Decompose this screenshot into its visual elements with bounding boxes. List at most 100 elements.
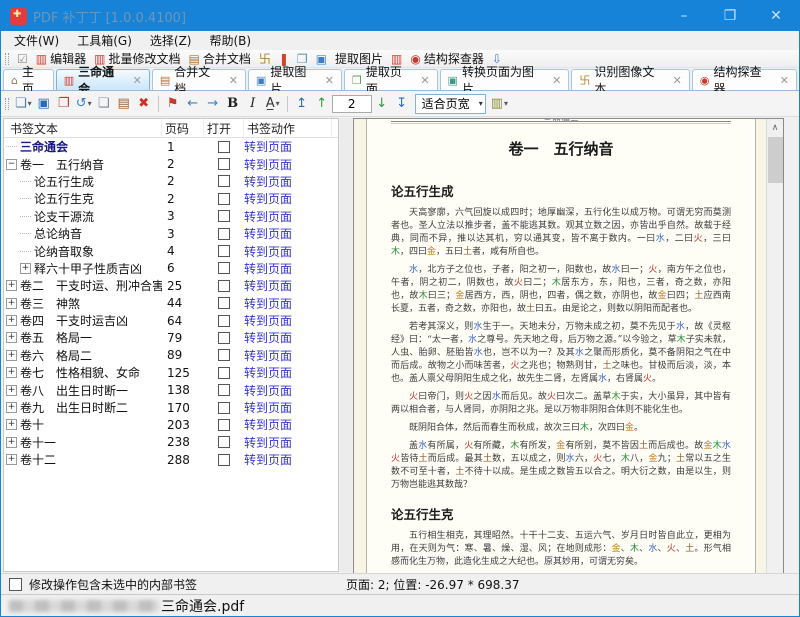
tab-close-icon[interactable]: ✕ xyxy=(325,74,334,87)
bookmark-title[interactable]: 卷十 xyxy=(20,416,44,433)
bookmark-row[interactable]: +卷二 干支时运、刑冲合害25转到页面 xyxy=(4,277,338,294)
tab-merge-docs[interactable]: ▤合并文档✕ xyxy=(152,69,246,90)
pane-splitter[interactable] xyxy=(340,118,352,572)
paste-button[interactable]: ▤ xyxy=(114,94,134,114)
bookmark-row[interactable]: +卷八 出生日时断一138转到页面 xyxy=(4,381,338,398)
goto-page-link[interactable]: 转到页面 xyxy=(244,158,292,172)
bookmark-row[interactable]: +卷四 干支时运吉凶64转到页面 xyxy=(4,312,338,329)
bookmark-title[interactable]: 卷九 出生日时断二 xyxy=(20,399,128,416)
column-header-action[interactable]: 书签动作 xyxy=(244,119,332,137)
back-button[interactable]: ← xyxy=(183,94,203,114)
open-checkbox[interactable] xyxy=(218,419,230,431)
goto-page-link[interactable]: 转到页面 xyxy=(244,349,292,363)
expand-icon[interactable]: + xyxy=(6,402,17,413)
bookmark-title[interactable]: 卷十二 xyxy=(20,451,56,468)
bookmark-title[interactable]: 论五行生克 xyxy=(34,190,94,207)
expand-icon[interactable]: + xyxy=(6,298,17,309)
goto-page-link[interactable]: 转到页面 xyxy=(244,297,292,311)
bookmark-row[interactable]: +卷十一238转到页面 xyxy=(4,434,338,451)
open-checkbox[interactable] xyxy=(218,402,230,414)
open-checkbox[interactable] xyxy=(218,158,230,170)
expand-icon[interactable]: + xyxy=(20,263,31,274)
bookmark-title[interactable]: 卷十一 xyxy=(20,434,56,451)
tab-structure-inspector[interactable]: ◉结构探查器✕ xyxy=(692,69,797,90)
undo-button[interactable]: ↺▾ xyxy=(74,94,94,114)
bookmark-title[interactable]: 释六十甲子性质吉凶 xyxy=(34,260,142,277)
bookmark-title[interactable]: 论纳音取象 xyxy=(34,243,94,260)
bookmark-row[interactable]: −卷一 五行纳音2转到页面 xyxy=(4,155,338,172)
preview-scrollbar[interactable]: ∧ ∨ xyxy=(766,119,783,586)
expand-icon[interactable]: + xyxy=(6,315,17,326)
font-color-button[interactable]: A̲▾ xyxy=(263,94,283,114)
goto-page-link[interactable]: 转到页面 xyxy=(244,384,292,398)
next-page-button[interactable]: ↓ xyxy=(372,94,392,114)
tab-document[interactable]: ▥三命通会✕ xyxy=(56,69,150,90)
tab-ocr[interactable]: 卐识别图像文本✕ xyxy=(571,69,689,90)
close-button[interactable]: ✕ xyxy=(753,1,799,31)
maximize-button[interactable]: ❐ xyxy=(707,1,753,31)
expand-icon[interactable]: + xyxy=(6,350,17,361)
column-header-open[interactable]: 打开 xyxy=(204,119,244,137)
bookmark-row[interactable]: +释六十甲子性质吉凶6转到页面 xyxy=(4,260,338,277)
goto-page-link[interactable]: 转到页面 xyxy=(244,140,292,154)
zoom-level-select[interactable]: 适合页宽▾ xyxy=(415,94,486,114)
open-checkbox[interactable] xyxy=(218,262,230,274)
tab-close-icon[interactable]: ✕ xyxy=(420,74,429,87)
bookmark-row[interactable]: 论五行生成2转到页面 xyxy=(4,173,338,190)
goto-page-link[interactable]: 转到页面 xyxy=(244,245,292,259)
first-page-button[interactable]: ↥ xyxy=(292,94,312,114)
bookmark-row[interactable]: +卷三 神煞44转到页面 xyxy=(4,295,338,312)
open-checkbox[interactable] xyxy=(218,367,230,379)
menu-item-0[interactable]: 文件(W) xyxy=(5,30,68,51)
bookmark-row[interactable]: 论纳音取象4转到页面 xyxy=(4,242,338,259)
collapse-icon[interactable]: − xyxy=(6,159,17,170)
bookmark-title[interactable]: 卷八 出生日时断一 xyxy=(20,382,128,399)
bookmark-title[interactable]: 论支干源流 xyxy=(34,208,94,225)
goto-page-link[interactable]: 转到页面 xyxy=(244,175,292,189)
open-checkbox[interactable] xyxy=(218,193,230,205)
bookmark-title[interactable]: 卷五 格局一 xyxy=(20,329,92,346)
bookmark-row[interactable]: 三命通会1转到页面 xyxy=(4,138,338,155)
previous-page-button[interactable]: ↑ xyxy=(312,94,332,114)
expand-icon[interactable]: + xyxy=(6,437,17,448)
pdf-preview-panel[interactable]: 三命通会 卷一 五行纳音 论五行生成天高寥廓，六气回旋以成四时；地厚幽深，五行化… xyxy=(353,118,784,586)
expand-icon[interactable]: + xyxy=(6,332,17,343)
bookmark-title[interactable]: 论五行生成 xyxy=(34,173,94,190)
tab-close-icon[interactable]: ✕ xyxy=(229,74,238,87)
open-checkbox[interactable] xyxy=(218,384,230,396)
menu-item-3[interactable]: 帮助(B) xyxy=(201,30,261,51)
tab-home[interactable]: ⌂主页 xyxy=(3,69,54,90)
column-header-bookmark-text[interactable]: 书签文本 xyxy=(4,119,162,137)
bookmark-title[interactable]: 总论纳音 xyxy=(34,225,82,242)
bookmark-row[interactable]: +卷六 格局二89转到页面 xyxy=(4,347,338,364)
forward-button[interactable]: → xyxy=(203,94,223,114)
expand-icon[interactable]: + xyxy=(6,454,17,465)
italic-button[interactable]: I xyxy=(243,94,263,114)
goto-page-link[interactable]: 转到页面 xyxy=(244,279,292,293)
toolbar-grip[interactable] xyxy=(5,98,9,110)
expand-icon[interactable]: + xyxy=(6,385,17,396)
minimize-button[interactable]: – xyxy=(661,1,707,31)
include-unselected-bookmarks-checkbox[interactable] xyxy=(9,578,22,591)
goto-page-link[interactable]: 转到页面 xyxy=(244,262,292,276)
bookmark-title[interactable]: 卷三 神煞 xyxy=(20,295,80,312)
export-button[interactable]: ❐ xyxy=(54,94,74,114)
expand-icon[interactable]: + xyxy=(6,419,17,430)
tab-close-icon[interactable]: ✕ xyxy=(133,74,142,87)
bookmark-row[interactable]: 总论纳音3转到页面 xyxy=(4,225,338,242)
open-checkbox[interactable] xyxy=(218,141,230,153)
expand-icon[interactable]: + xyxy=(6,367,17,378)
menu-item-2[interactable]: 选择(Z) xyxy=(141,30,201,51)
tab-close-icon[interactable]: ✕ xyxy=(780,74,789,87)
open-checkbox[interactable] xyxy=(218,245,230,257)
goto-page-link[interactable]: 转到页面 xyxy=(244,418,292,432)
bookmark-row[interactable]: +卷十203转到页面 xyxy=(4,416,338,433)
open-checkbox[interactable] xyxy=(218,228,230,240)
bookmark-title[interactable]: 三命通会 xyxy=(20,138,68,155)
open-checkbox[interactable] xyxy=(218,436,230,448)
open-checkbox[interactable] xyxy=(218,280,230,292)
goto-page-link[interactable]: 转到页面 xyxy=(244,436,292,450)
bookmark-title[interactable]: 卷二 干支时运、刑冲合害 xyxy=(20,277,162,294)
scrollbar-thumb[interactable] xyxy=(768,137,783,183)
open-checkbox[interactable] xyxy=(218,454,230,466)
